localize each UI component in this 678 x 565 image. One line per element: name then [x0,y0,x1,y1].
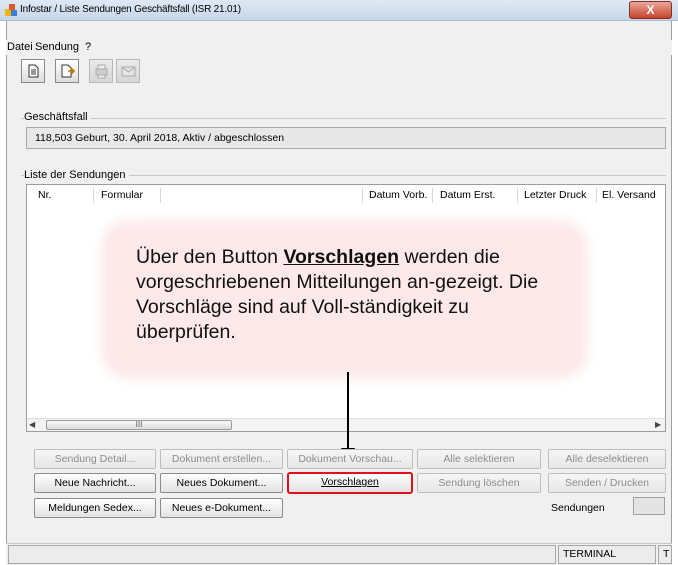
app-icon [5,4,17,16]
case-group-label: Geschäftsfall [24,111,91,123]
window-title: Infostar / Liste Sendungen Geschäftsfall… [20,4,241,15]
status-cell-t: T [658,545,672,564]
envelope-icon [121,66,136,77]
new-document-toolbar-button[interactable] [21,59,45,83]
scroll-right-arrow-icon[interactable]: ▶ [655,420,661,429]
status-cell-terminal: TERMINAL [558,545,656,564]
column-divider [160,188,161,203]
menu-help[interactable]: ? [85,41,91,53]
column-header-datum-vorb[interactable]: Datum Vorb. [369,185,427,205]
annotation-arrow [347,372,349,450]
column-divider [362,188,363,203]
sendung-loeschen-button[interactable]: Sendung löschen [417,473,541,493]
neues-dokument-button[interactable]: Neues Dokument... [160,473,283,493]
print-toolbar-button[interactable] [89,59,113,83]
senden-drucken-button[interactable]: Senden / Drucken [548,473,666,493]
column-header-nr[interactable]: Nr. [38,185,51,205]
case-group-border [21,118,666,119]
menu-bar [6,40,672,55]
scroll-left-arrow-icon[interactable]: ◀ [29,420,35,429]
open-document-toolbar-button[interactable] [55,59,79,83]
alle-selektieren-button[interactable]: Alle selektieren [417,449,541,469]
document-arrow-icon [61,64,76,78]
column-divider [517,188,518,203]
column-divider [432,188,433,203]
column-header-formular[interactable]: Formular [101,185,143,205]
menu-datei[interactable]: Datei [7,41,33,53]
sendungen-count-field [633,497,665,515]
printer-icon [95,64,108,79]
send-toolbar-button[interactable] [116,59,140,83]
meldungen-sedex-button[interactable]: Meldungen Sedex... [34,498,156,518]
annotation-highlight: Vorschlagen [283,246,400,268]
column-header-letzter-druck[interactable]: Letzter Druck [524,185,586,205]
sendungen-label: Sendungen [551,502,605,514]
column-header-el-versand[interactable]: El. Versand [602,185,656,205]
dokument-erstellen-button[interactable]: Dokument erstellen... [160,449,283,469]
sendung-detail-button[interactable]: Sendung Detail... [34,449,156,469]
dokument-vorschau-button[interactable]: Dokument Vorschau... [287,449,413,469]
status-cell-main [8,545,556,564]
column-divider [93,188,94,203]
annotation-text: Über den Button Vorschlagen werden die v… [136,245,571,345]
menu-sendung[interactable]: Sendung [35,41,79,53]
close-button[interactable]: X [629,1,672,19]
annotation-text-before: Über den Button [136,246,284,268]
case-field: 118,503 Geburt, 30. April 2018, Aktiv / … [26,127,666,149]
neue-nachricht-button[interactable]: Neue Nachricht... [34,473,156,493]
alle-deselektieren-button[interactable]: Alle deselektieren [548,449,666,469]
column-header-datum-erst[interactable]: Datum Erst. [440,185,495,205]
list-group-label: Liste der Sendungen [24,169,129,181]
column-divider [596,188,597,203]
vorschlagen-button[interactable]: Vorschlagen [287,472,413,494]
vorschlagen-label: Vorschlagen [321,476,379,488]
scrollbar-thumb[interactable]: III [46,420,232,430]
neues-e-dokument-button[interactable]: Neues e-Dokument... [160,498,283,518]
document-icon [28,64,39,78]
